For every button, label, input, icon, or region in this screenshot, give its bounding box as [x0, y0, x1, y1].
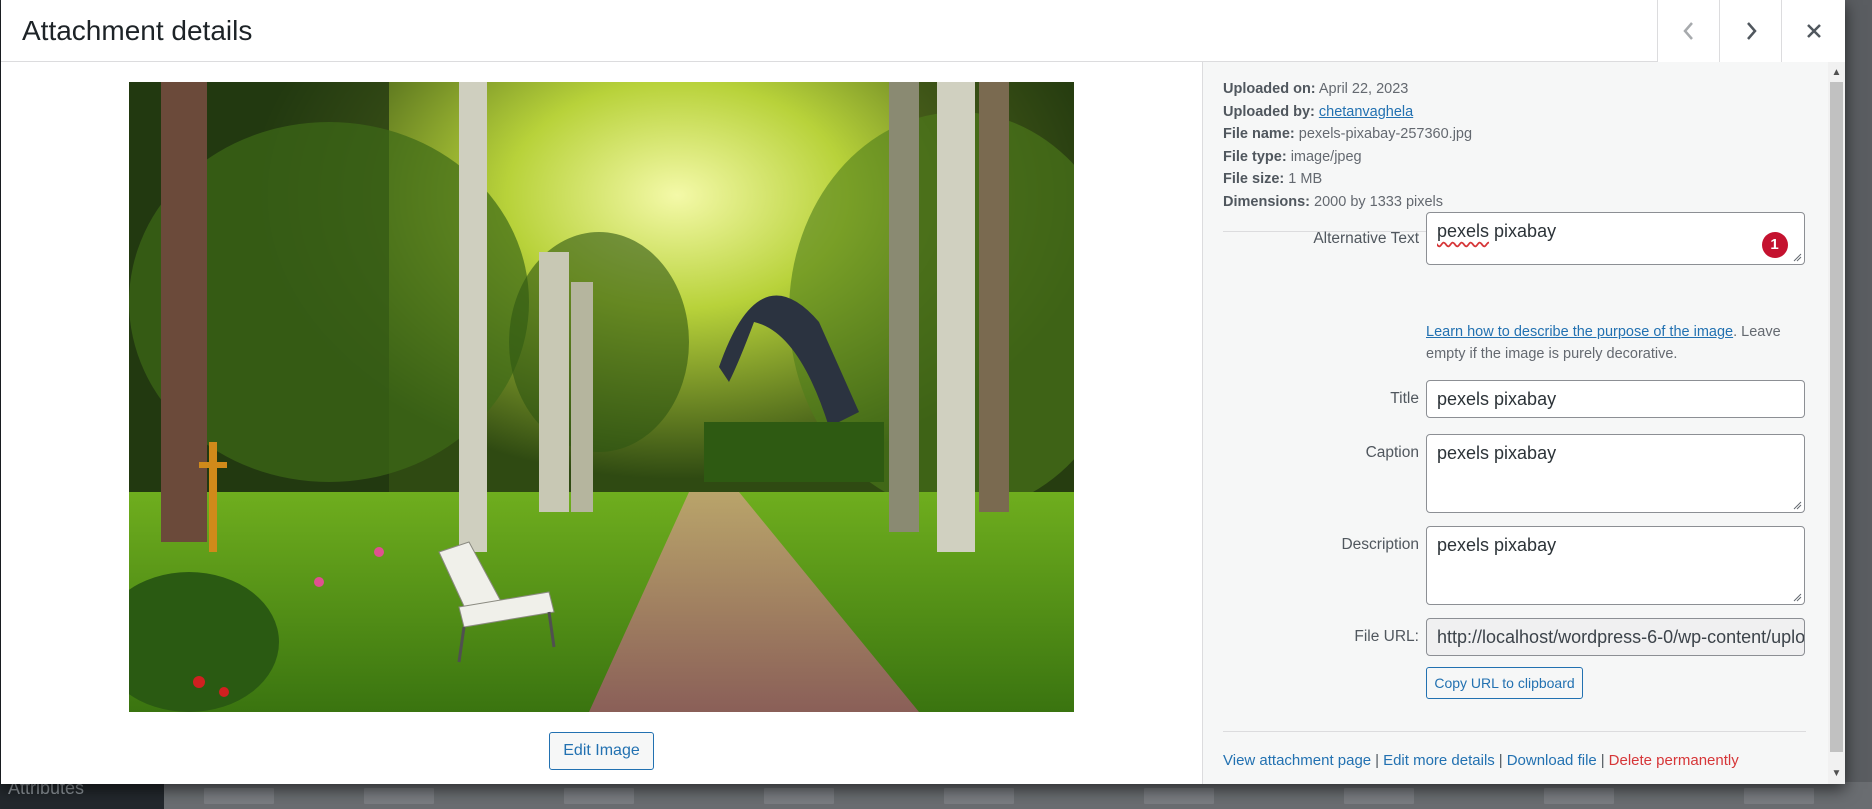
file-type-label: File type:: [1223, 148, 1287, 165]
attachment-meta: Uploaded on: April 22, 2023 Uploaded by:…: [1223, 78, 1472, 214]
download-file-link[interactable]: Download file: [1507, 752, 1597, 769]
description-value: pexels pixabay: [1437, 535, 1557, 555]
file-name: File name: pexels-pixabay-257360.jpg: [1223, 123, 1472, 146]
file-size: File size: 1 MB: [1223, 168, 1472, 191]
dimensions-value: 2000 by 1333 pixels: [1314, 193, 1444, 210]
close-modal-button[interactable]: [1781, 0, 1845, 62]
resize-grip-icon[interactable]: [1792, 592, 1802, 602]
view-attachment-link[interactable]: View attachment page: [1223, 752, 1371, 769]
caption-value: pexels pixabay: [1437, 443, 1557, 463]
attachment-actions: View attachment page | Edit more details | D…: [1223, 752, 1739, 769]
alt-text-field[interactable]: pexels pixabay: [1426, 212, 1805, 265]
uploaded-on-label: Uploaded on:: [1223, 81, 1316, 97]
title-label: Title: [1390, 390, 1419, 407]
file-size-value: 1 MB: [1288, 171, 1323, 188]
delete-permanently-link[interactable]: Delete permanently: [1609, 752, 1739, 769]
alt-text-rest: pixabay: [1489, 221, 1557, 241]
modal-header: Attachment details: [1, 0, 1845, 62]
uploader-link[interactable]: chetanvaghela: [1319, 104, 1413, 120]
dimensions-label: Dimensions:: [1223, 193, 1311, 210]
file-url-field[interactable]: http://localhost/wordpress-6-0/wp-conten…: [1426, 618, 1805, 656]
edit-details-link[interactable]: Edit more details: [1383, 752, 1495, 769]
admin-thumbnail-strip: [164, 782, 1872, 809]
description-field[interactable]: pexels pixabay: [1426, 526, 1805, 605]
caption-field[interactable]: pexels pixabay: [1426, 434, 1805, 513]
actions-divider: [1223, 731, 1806, 732]
modal-title: Attachment details: [22, 15, 253, 46]
badge-count: 1: [1761, 231, 1788, 258]
action-separator: |: [1600, 752, 1605, 769]
chevron-right-icon: [1746, 22, 1757, 40]
action-separator: |: [1375, 752, 1380, 769]
grammar-suggestion-badge[interactable]: 1: [1759, 229, 1790, 260]
edit-image-button[interactable]: Edit Image: [549, 732, 654, 770]
image-preview-pane: Edit Image: [1, 62, 1202, 784]
description-label: Description: [1341, 536, 1419, 553]
uploaded-on-value: April 22, 2023: [1318, 81, 1409, 97]
scroll-down-arrow-icon[interactable]: ▼: [1828, 765, 1845, 782]
action-separator: |: [1498, 752, 1503, 769]
attachment-details-modal: Attachment details Edit Image Uploaded o…: [1, 0, 1845, 784]
file-url-label: File URL:: [1354, 628, 1419, 645]
attachment-details-pane: Uploaded on: April 22, 2023 Uploaded by:…: [1202, 62, 1845, 784]
title-field[interactable]: pexels pixabay: [1426, 380, 1805, 418]
previous-attachment-button[interactable]: [1657, 0, 1719, 62]
alt-text-help: Learn how to describe the purpose of the…: [1426, 321, 1816, 365]
resize-grip-icon[interactable]: [1792, 252, 1802, 262]
file-name-label: File name:: [1223, 126, 1295, 143]
scroll-up-arrow-icon[interactable]: ▲: [1828, 64, 1845, 81]
scrollbar-thumb[interactable]: [1830, 82, 1843, 752]
close-icon: [1806, 24, 1821, 38]
resize-grip-icon[interactable]: [1792, 500, 1802, 510]
chevron-left-icon: [1682, 22, 1693, 40]
file-size-label: File size:: [1223, 171, 1285, 188]
uploaded-by-label: Uploaded by:: [1223, 103, 1315, 120]
uploaded-on: Uploaded on: April 22, 2023: [1223, 78, 1472, 101]
alt-text-help-link[interactable]: Learn how to describe the purpose of the…: [1426, 324, 1733, 340]
attachment-image: [129, 82, 1074, 712]
next-attachment-button[interactable]: [1719, 0, 1781, 62]
details-scrollbar[interactable]: ▲ ▼: [1828, 62, 1845, 784]
file-name-value: pexels-pixabay-257360.jpg: [1298, 126, 1473, 143]
alt-text-label: Alternative Text: [1313, 230, 1419, 247]
dimensions: Dimensions: 2000 by 1333 pixels: [1223, 191, 1472, 214]
file-type: File type: image/jpeg: [1223, 146, 1472, 169]
file-type-value: image/jpeg: [1290, 148, 1362, 165]
uploaded-by: Uploaded by: chetanvaghela: [1223, 101, 1472, 124]
copy-url-button[interactable]: Copy URL to clipboard: [1426, 667, 1583, 699]
caption-label: Caption: [1365, 444, 1419, 461]
alt-text-word-misspelled: pexels: [1437, 221, 1490, 241]
